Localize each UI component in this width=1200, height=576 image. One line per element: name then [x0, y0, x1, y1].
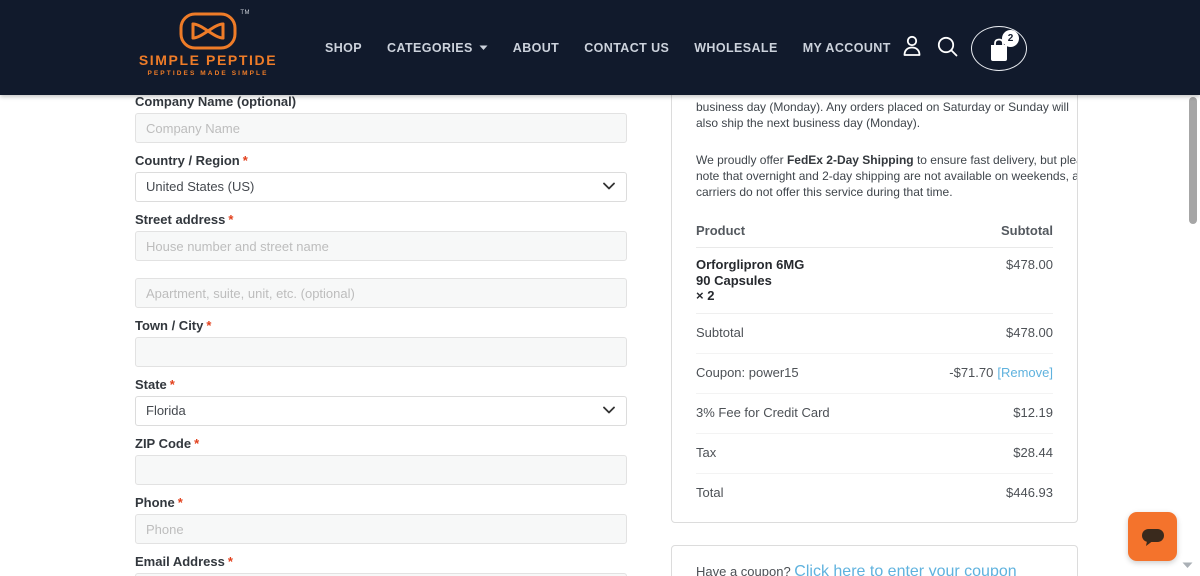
site-logo[interactable]: TM SIMPLE PEPTIDE PEPTIDES MADE SIMPLE [138, 8, 278, 88]
phone-label: Phone* [135, 496, 627, 510]
order-item-name: Orforglipron 6MG [696, 257, 804, 273]
state-label: State* [135, 378, 627, 392]
country-label: Country / Region* [135, 154, 627, 168]
credit-card-fee-row: 3% Fee for Credit Card $12.19 [696, 394, 1053, 434]
tax-row: Tax $28.44 [696, 434, 1053, 474]
total-row: Total $446.93 [696, 474, 1053, 513]
nav-item-shop[interactable]: SHOP [325, 41, 362, 55]
state-select[interactable]: Florida [135, 396, 627, 426]
logo-tm-mark: TM [240, 10, 250, 16]
coupon-banner: Have a coupon? Click here to enter your … [671, 545, 1078, 576]
subtotal-column-header: Subtotal [1001, 223, 1053, 238]
country-select[interactable]: United States (US) [135, 172, 627, 202]
street-address-label: Street address* [135, 213, 627, 227]
order-item-row: Orforglipron 6MG 90 Capsules × 2 $478.00 [696, 248, 1053, 314]
chat-bubble-icon [1140, 526, 1166, 548]
order-table-header: Product Subtotal [696, 223, 1053, 248]
company-name-label: Company Name (optional) [135, 95, 627, 109]
email-label: Email Address* [135, 555, 627, 569]
shipping-note-2: We proudly offer FedEx 2-Day Shipping to… [696, 152, 1053, 200]
infinity-logo-icon [179, 12, 237, 50]
user-icon[interactable] [901, 34, 923, 58]
product-column-header: Product [696, 223, 745, 238]
coupon-discount-amount: -$71.70 [949, 365, 993, 380]
cart-count-badge: 2 [1002, 30, 1019, 47]
town-city-label: Town / City* [135, 319, 627, 333]
nav-item-contact-us[interactable]: CONTACT US [584, 41, 669, 55]
nav-item-my-account[interactable]: MY ACCOUNT [803, 41, 891, 55]
order-item-details: Orforglipron 6MG 90 Capsules × 2 [696, 257, 804, 304]
nav-item-categories[interactable]: CATEGORIES [387, 41, 488, 55]
street-address-input[interactable] [135, 231, 627, 261]
logo-title: SIMPLE PEPTIDE [138, 52, 278, 68]
scrollbar-thumb[interactable] [1189, 97, 1197, 224]
apartment-input[interactable] [135, 278, 627, 308]
order-item-price: $478.00 [1006, 257, 1053, 304]
nav-item-wholesale[interactable]: WHOLESALE [694, 41, 777, 55]
cart-button[interactable]: 2 [971, 26, 1027, 71]
subtotal-row: Subtotal $478.00 [696, 314, 1053, 354]
logo-tagline: PEPTIDES MADE SIMPLE [138, 70, 278, 77]
order-summary-box: business day (Monday). Any orders placed… [671, 74, 1078, 523]
nav-item-about[interactable]: ABOUT [513, 41, 559, 55]
coupon-banner-text: Have a coupon? [696, 564, 794, 576]
shipping-note-1: business day (Monday). Any orders placed… [696, 99, 1053, 131]
chevron-down-icon [479, 45, 488, 51]
remove-coupon-link[interactable]: [Remove] [997, 365, 1053, 380]
chat-widget-button[interactable] [1128, 512, 1177, 561]
zip-code-label: ZIP Code* [135, 437, 627, 451]
coupon-row: Coupon: power15 -$71.70[Remove] [696, 354, 1053, 394]
chevron-down-icon [603, 406, 615, 414]
navbar: TM SIMPLE PEPTIDE PEPTIDES MADE SIMPLE S… [0, 0, 1200, 95]
billing-form: Company Name (optional) Country / Region… [135, 84, 627, 576]
phone-input[interactable] [135, 514, 627, 544]
order-item-quantity: × 2 [696, 288, 804, 304]
chevron-down-icon [603, 182, 615, 190]
order-item-variant: 90 Capsules [696, 273, 804, 289]
main-nav: SHOP CATEGORIES ABOUT CONTACT US WHOLESA… [325, 0, 891, 95]
search-icon[interactable] [936, 35, 959, 58]
town-city-input[interactable] [135, 337, 627, 367]
zip-code-input[interactable] [135, 455, 627, 485]
company-name-input[interactable] [135, 113, 627, 143]
chevron-down-icon[interactable] [1181, 561, 1194, 570]
